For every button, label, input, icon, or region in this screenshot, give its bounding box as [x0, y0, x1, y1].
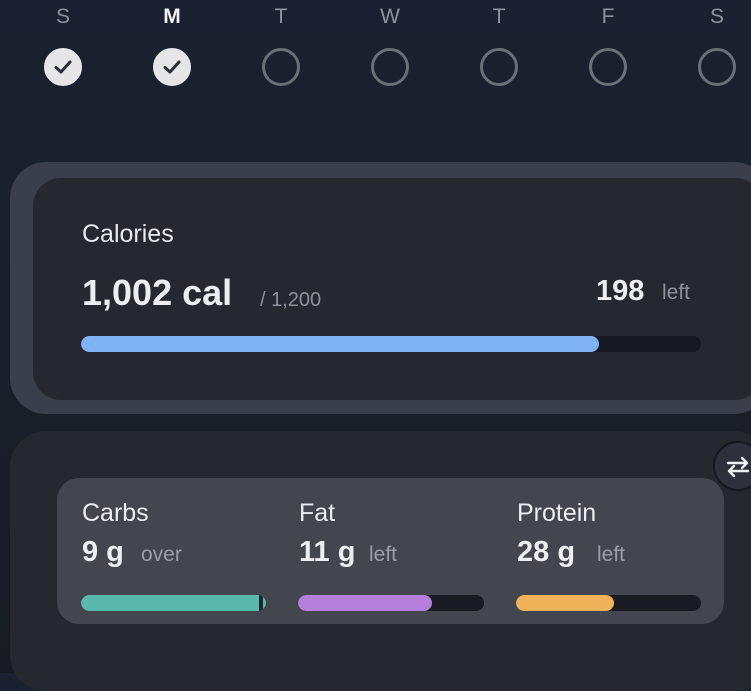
- fat-progress-bar: [298, 595, 484, 611]
- fat-status: left: [369, 543, 398, 566]
- calories-remaining-label: left: [662, 281, 691, 304]
- protein-label: Protein: [517, 499, 597, 527]
- calories-remaining: 198: [596, 275, 645, 307]
- day-monday[interactable]: M: [142, 4, 202, 86]
- protein-amount: 28 g: [517, 536, 576, 568]
- calories-goal: / 1,200: [260, 289, 322, 311]
- day-empty-circle-icon[interactable]: [371, 48, 409, 86]
- protein-progress-bar: [516, 595, 701, 611]
- day-letter: S: [709, 5, 724, 28]
- calories-title: Calories: [82, 220, 174, 248]
- day-thursday[interactable]: T: [469, 4, 529, 86]
- protein-progress-fill: [516, 595, 615, 611]
- day-saturday[interactable]: S: [687, 4, 747, 86]
- carbs-amount: 9 g: [82, 536, 124, 568]
- day-empty-circle-icon[interactable]: [262, 48, 300, 86]
- swap-arrows-icon: [726, 456, 750, 478]
- carbs-label: Carbs: [82, 499, 149, 527]
- day-sunday[interactable]: S: [33, 4, 93, 86]
- fat-progress-fill: [298, 595, 432, 611]
- day-wednesday[interactable]: W: [360, 4, 420, 86]
- day-friday[interactable]: F: [578, 4, 638, 86]
- day-tuesday[interactable]: T: [251, 4, 311, 86]
- day-empty-circle-icon[interactable]: [480, 48, 518, 86]
- calories-progress-fill: [81, 336, 599, 352]
- protein-status: left: [597, 543, 626, 566]
- day-letter: T: [492, 5, 506, 28]
- day-empty-circle-icon[interactable]: [698, 48, 736, 86]
- day-empty-circle-icon[interactable]: [589, 48, 627, 86]
- day-letter: T: [274, 5, 288, 28]
- fat-amount: 11 g: [299, 536, 356, 568]
- day-letter: S: [55, 5, 70, 28]
- carbs-progress-fill: [81, 595, 266, 611]
- carbs-over-marker: [259, 595, 263, 611]
- day-complete-check-icon[interactable]: [44, 48, 82, 86]
- carbs-progress-bar: [81, 595, 266, 611]
- calories-consumed: 1,002 cal: [82, 272, 233, 313]
- day-complete-check-icon[interactable]: [153, 48, 191, 86]
- week-day-strip: S M T W T F S: [0, 0, 751, 100]
- day-letter: W: [380, 5, 400, 28]
- day-letter: F: [601, 5, 615, 28]
- day-letter-current: M: [163, 5, 181, 28]
- fat-label: Fat: [299, 499, 336, 527]
- carbs-status: over: [141, 543, 182, 566]
- calories-progress-bar: [81, 336, 701, 352]
